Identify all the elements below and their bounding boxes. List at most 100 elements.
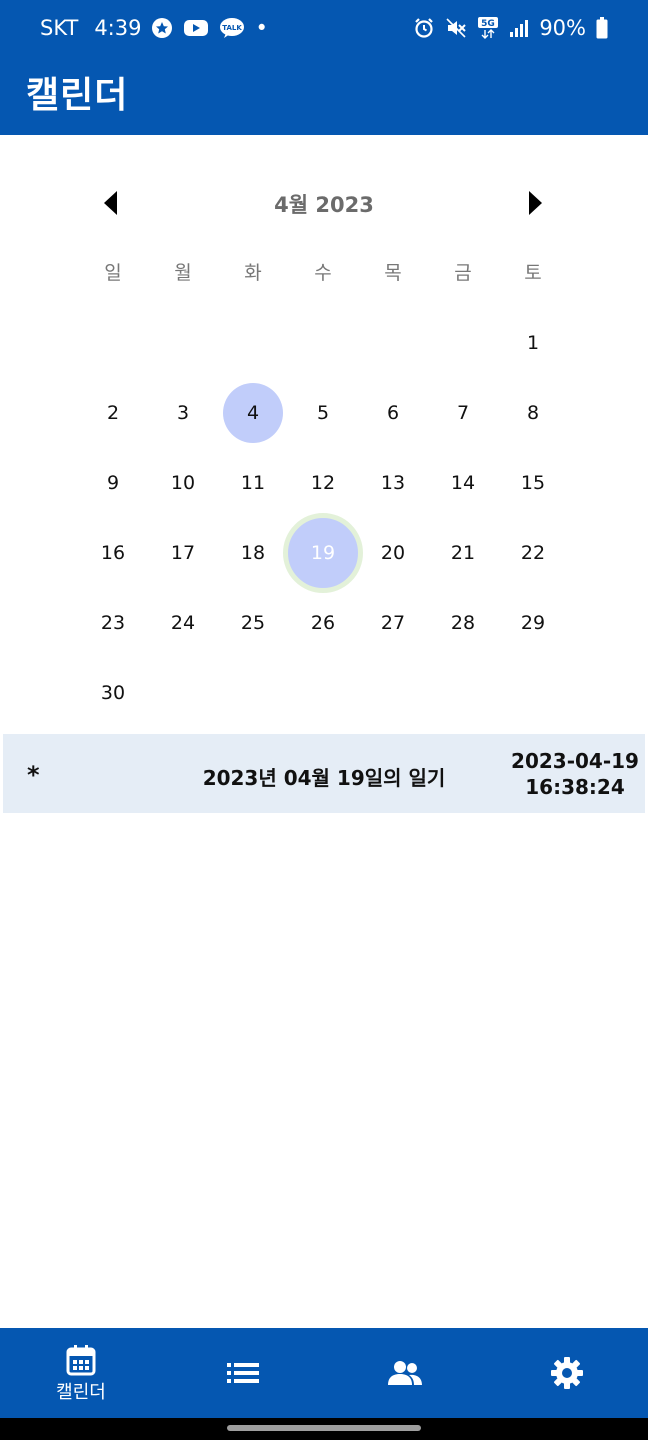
weekday-label: 화 (244, 262, 262, 284)
status-left: SKT 4:39 TALK • (40, 16, 268, 40)
empty-day-cell (218, 308, 288, 378)
day-cell[interactable]: 28 (428, 588, 498, 658)
calendar-icon (66, 1345, 96, 1376)
calendar-header: 4월 2023 (0, 178, 648, 228)
day-number: 7 (456, 402, 470, 424)
empty-day-cell (148, 308, 218, 378)
day-cell[interactable]: 16 (78, 518, 148, 588)
day-cell[interactable]: 10 (148, 448, 218, 518)
weekday-label: 월 (174, 262, 192, 284)
entry-date: 2023-04-19 (511, 749, 639, 773)
weekday-label: 토 (524, 262, 542, 284)
day-cell[interactable]: 11 (218, 448, 288, 518)
day-cell[interactable]: 15 (498, 448, 568, 518)
day-cell[interactable]: 13 (358, 448, 428, 518)
weekday-label: 금 (454, 262, 472, 284)
day-number: 29 (520, 612, 546, 634)
day-number: 27 (380, 612, 406, 634)
day-number: 11 (240, 472, 266, 494)
next-month-button[interactable] (510, 178, 560, 228)
carrier-label: SKT (40, 16, 79, 40)
day-number: 20 (380, 542, 406, 564)
nav-item-settings[interactable] (486, 1328, 648, 1418)
day-number: 14 (450, 472, 476, 494)
day-number: 10 (170, 472, 196, 494)
diary-entry-row[interactable]: * 2023년 04월 19일의 일기 2023-04-19 16:38:24 (3, 734, 645, 813)
calendar-day-grid: 1 2 3 4 5 6 7 8 9 10 11 12 13 14 15 16 17 18 19 20 21 22 23 24 2… (78, 308, 568, 728)
day-cell[interactable]: 30 (78, 658, 148, 728)
day-cell[interactable]: 6 (358, 378, 428, 448)
weekday-row: 일 월 화 수 목 금 토 (78, 258, 568, 285)
day-number: 1 (526, 332, 540, 354)
day-cell[interactable]: 7 (428, 378, 498, 448)
day-number: 3 (176, 402, 190, 424)
empty-day-cell (78, 308, 148, 378)
day-cell[interactable]: 24 (148, 588, 218, 658)
day-cell[interactable]: 14 (428, 448, 498, 518)
day-cell[interactable]: 26 (288, 588, 358, 658)
day-number: 18 (240, 542, 266, 564)
nav-item-calendar[interactable]: 캘린더 (0, 1328, 162, 1418)
system-navigation-bar (0, 1418, 648, 1440)
day-cell[interactable]: 18 (218, 518, 288, 588)
notification-dot: • (255, 16, 268, 40)
nav-item-people[interactable] (324, 1328, 486, 1418)
gear-icon (551, 1357, 583, 1389)
5g-icon: 5G (477, 16, 499, 40)
day-number: 9 (106, 472, 120, 494)
day-number: 15 (520, 472, 546, 494)
day-number: 2 (106, 402, 120, 424)
navigation-star-icon (151, 17, 173, 39)
signal-icon (509, 18, 529, 38)
day-cell-today[interactable]: 4 (218, 378, 288, 448)
bottom-navigation: 캘린더 (0, 1328, 648, 1418)
top-app-bar: SKT 4:39 TALK • 5G 90% 캘린더 (0, 0, 648, 135)
day-cell[interactable]: 27 (358, 588, 428, 658)
day-number: 5 (316, 402, 330, 424)
day-cell[interactable]: 2 (78, 378, 148, 448)
day-cell[interactable]: 17 (148, 518, 218, 588)
day-cell[interactable]: 25 (218, 588, 288, 658)
youtube-icon (183, 18, 209, 38)
list-icon (227, 1363, 259, 1383)
day-number: 28 (450, 612, 476, 634)
day-cell[interactable]: 12 (288, 448, 358, 518)
day-cell[interactable]: 22 (498, 518, 568, 588)
day-cell-selected[interactable]: 19 (283, 513, 363, 593)
alarm-icon (413, 17, 435, 39)
weekday-label: 목 (384, 262, 402, 284)
nav-item-list[interactable] (162, 1328, 324, 1418)
kakaotalk-icon: TALK (219, 17, 245, 39)
day-cell[interactable]: 8 (498, 378, 568, 448)
day-number: 24 (170, 612, 196, 634)
day-cell[interactable]: 1 (498, 308, 568, 378)
home-gesture-handle[interactable] (227, 1425, 421, 1431)
nav-item-label: 캘린더 (56, 1382, 106, 1403)
day-cell[interactable]: 9 (78, 448, 148, 518)
people-icon (388, 1361, 422, 1385)
status-right: 5G 90% (413, 16, 608, 40)
entry-timestamp: 2023-04-19 16:38:24 (510, 748, 640, 800)
empty-day-cell (288, 308, 358, 378)
day-number: 25 (240, 612, 266, 634)
day-number: 23 (100, 612, 126, 634)
day-number: 8 (526, 402, 540, 424)
day-cell[interactable]: 3 (148, 378, 218, 448)
battery-label: 90% (539, 16, 586, 40)
day-cell[interactable]: 21 (428, 518, 498, 588)
status-bar: SKT 4:39 TALK • 5G 90% (0, 0, 648, 60)
day-number: 17 (170, 542, 196, 564)
day-number: 6 (386, 402, 400, 424)
weekday-label: 일 (104, 262, 122, 284)
day-cell[interactable]: 29 (498, 588, 568, 658)
day-cell[interactable]: 20 (358, 518, 428, 588)
network-label: 5G (481, 19, 495, 29)
clock: 4:39 (94, 16, 142, 40)
day-number: 21 (450, 542, 476, 564)
svg-text:TALK: TALK (223, 24, 243, 32)
mute-icon (445, 17, 467, 39)
day-number: 12 (310, 472, 336, 494)
day-cell[interactable]: 23 (78, 588, 148, 658)
day-cell[interactable]: 5 (288, 378, 358, 448)
battery-icon (596, 17, 608, 39)
